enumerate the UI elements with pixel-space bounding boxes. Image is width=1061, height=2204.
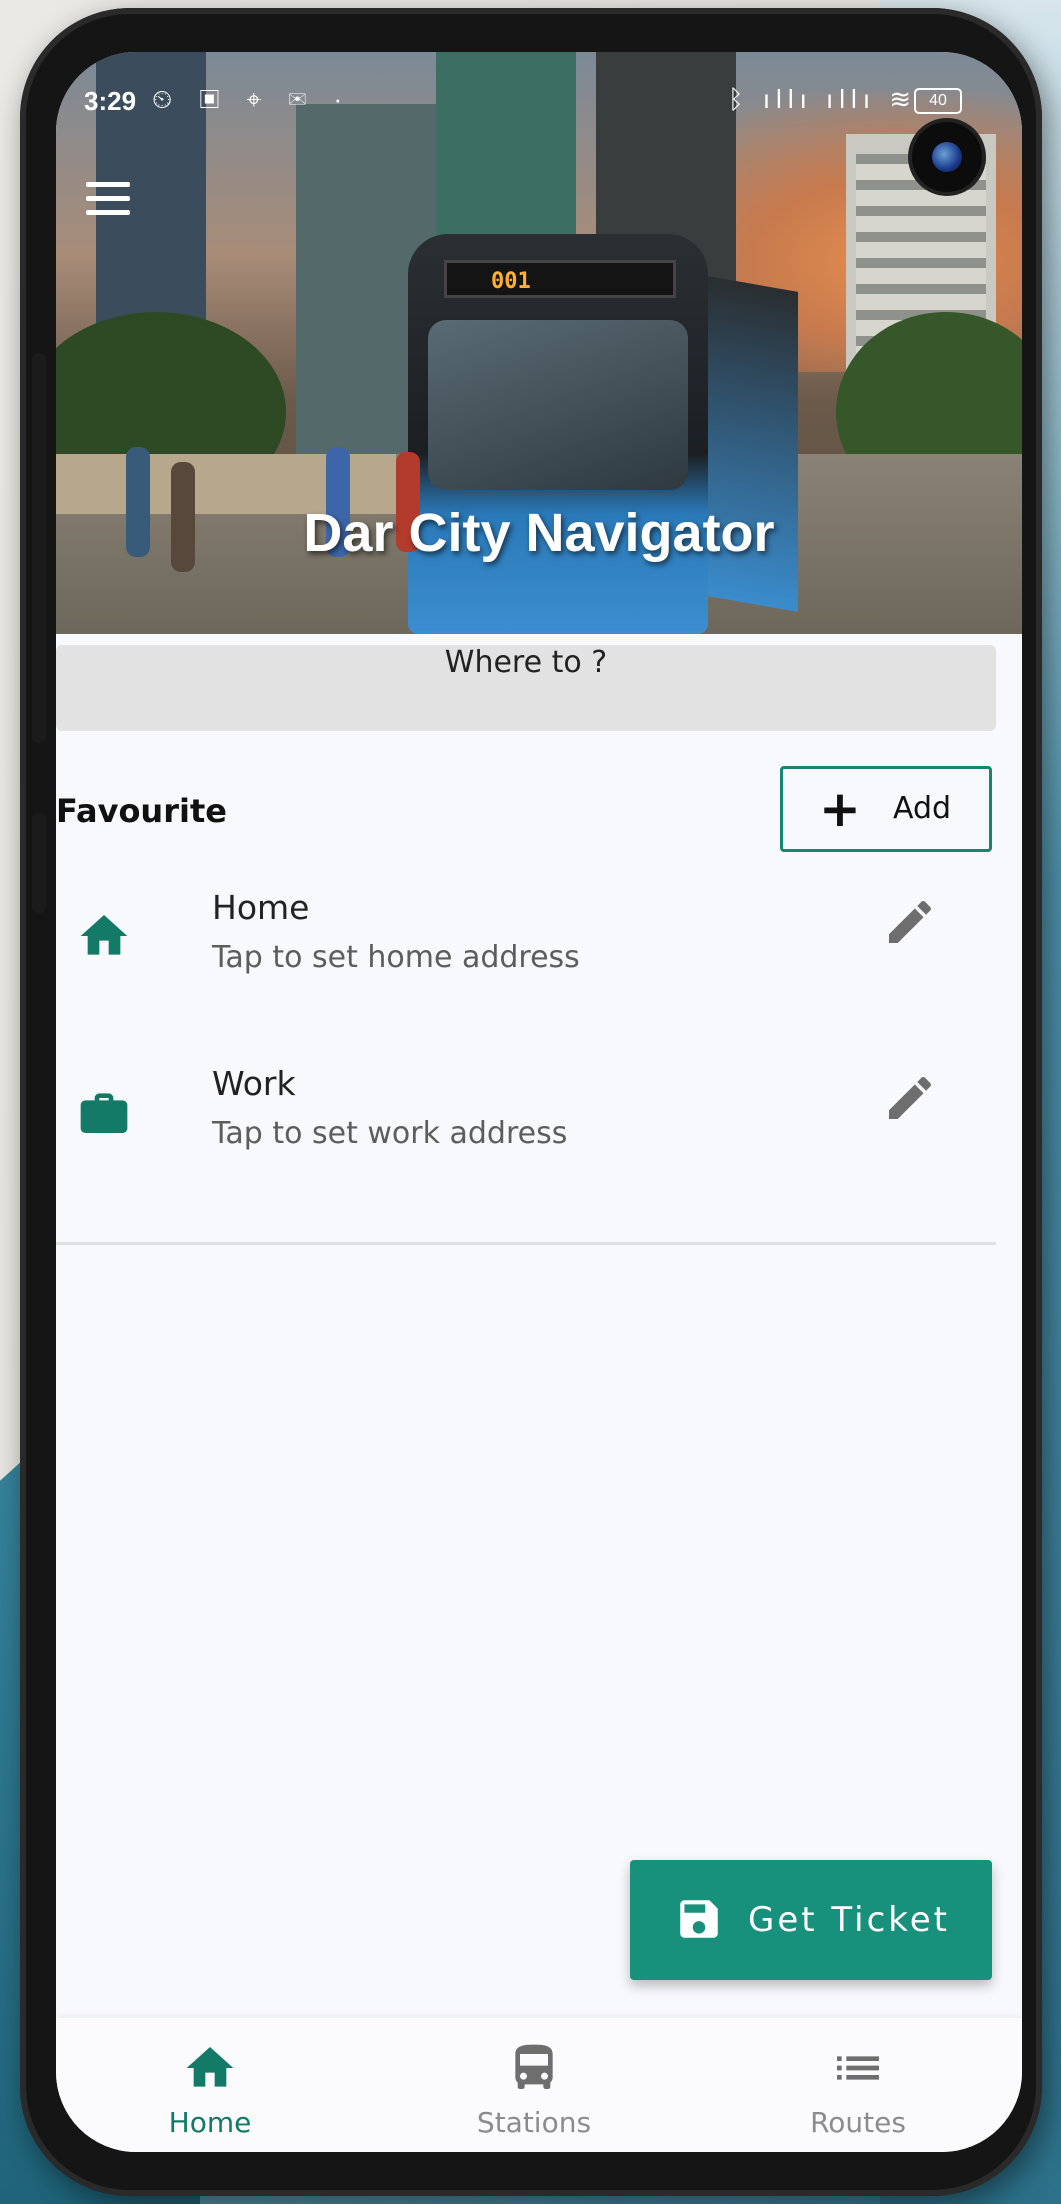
save-icon (680, 1900, 718, 1938)
volume-button (32, 353, 46, 743)
bus-photo: 001 (408, 234, 708, 634)
search-bar[interactable]: Where to ? (56, 645, 996, 731)
favourite-subtitle: Tap to set home address (212, 940, 580, 975)
nav-item-routes[interactable]: Routes (758, 2018, 958, 2152)
menu-icon[interactable] (86, 182, 130, 216)
edit-icon[interactable] (882, 894, 938, 950)
favourites-heading: Favourite (56, 792, 227, 830)
home-icon (80, 915, 128, 955)
home-icon (186, 2047, 234, 2087)
phone-frame: 001 Dar City Navigator 3:29 ⏲ ▣ ⌖ ✉ · ᛒ … (20, 8, 1042, 2196)
add-favourite-button[interactable]: + Add (780, 766, 992, 852)
signal-icons: ᛒ ıllı ıllı ≋ (728, 84, 918, 114)
power-button (32, 813, 46, 913)
favourite-item-work[interactable]: Work Tap to set work address (56, 1060, 996, 1190)
nav-item-home[interactable]: Home (110, 2018, 310, 2152)
header-image: 001 Dar City Navigator (56, 52, 1022, 634)
list-icon (837, 2056, 879, 2080)
nav-item-stations[interactable]: Stations (434, 2018, 634, 2152)
status-time: 3:29 (84, 86, 137, 116)
bus-icon (515, 2044, 553, 2089)
favourite-name: Work (212, 1064, 296, 1103)
favourite-item-home[interactable]: Home Tap to set home address (56, 884, 996, 1014)
camera-cutout (912, 122, 982, 192)
divider (56, 1242, 996, 1245)
favourite-subtitle: Tap to set work address (212, 1116, 568, 1151)
favourite-name: Home (212, 888, 310, 927)
briefcase-icon (80, 1093, 128, 1133)
app-title: Dar City Navigator (303, 503, 775, 563)
plus-icon: + (819, 780, 861, 838)
battery-icon: 40 (914, 88, 962, 114)
bus-route-sign: 001 (444, 260, 676, 298)
get-ticket-button[interactable]: Get Ticket (630, 1860, 992, 1980)
bottom-navigation: Home Stations Routes (56, 2018, 1022, 2152)
app-screen: 001 Dar City Navigator 3:29 ⏲ ▣ ⌖ ✉ · ᛒ … (56, 52, 1022, 2152)
edit-icon[interactable] (882, 1070, 938, 1126)
notification-icons: ⏲ ▣ ⌖ ✉ · (152, 84, 353, 114)
status-bar: 3:29 ⏲ ▣ ⌖ ✉ · ᛒ ıllı ıllı ≋ 40 (56, 52, 1022, 116)
